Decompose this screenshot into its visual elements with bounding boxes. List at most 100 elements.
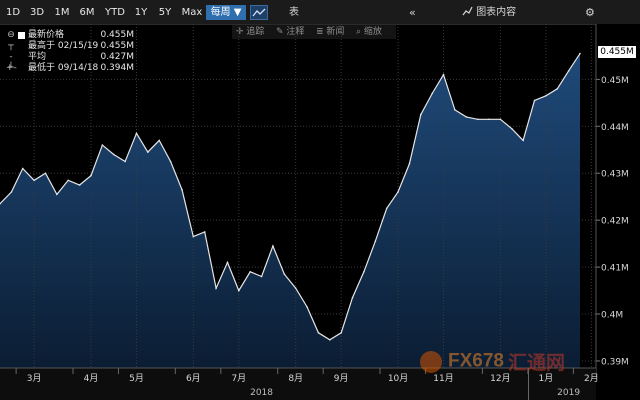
data-point	[454, 109, 456, 111]
chart-legend: ⊖ 最新价格 0.455M ┬ 最高于 02/15/19 0.455M -+- …	[6, 30, 134, 74]
watermark-text-a: FX678	[448, 350, 504, 372]
data-point	[374, 240, 377, 243]
data-point	[419, 113, 422, 116]
data-point	[10, 191, 13, 193]
data-point	[124, 160, 126, 163]
x-tick-label: 9月	[334, 373, 349, 384]
chart-content-button[interactable]: 图表内容	[462, 5, 516, 20]
data-point	[397, 191, 399, 193]
legend-value-high: 0.455M	[100, 41, 134, 51]
data-point	[158, 139, 161, 142]
data-point	[67, 179, 70, 182]
data-point	[579, 52, 581, 55]
data-point	[283, 273, 286, 275]
x-tick-label: 7月	[231, 373, 246, 384]
data-point	[488, 118, 490, 121]
range-tab-6m[interactable]: 6M	[76, 5, 98, 20]
range-tab-max[interactable]: Max	[179, 5, 205, 20]
x-tick-label: 4月	[84, 373, 99, 384]
data-point	[169, 160, 172, 163]
data-point	[260, 275, 263, 278]
data-point	[510, 127, 513, 130]
last-price-marker: ⊖	[7, 30, 15, 40]
line-chart-icon[interactable]	[250, 5, 268, 20]
data-point	[442, 73, 445, 76]
legend-label-average: 平均	[28, 52, 47, 62]
chart-toolbar: 1D 3D 1M 6M YTD 1Y 5Y Max 每周 ▼ 表 « 图表内容 …	[0, 0, 640, 25]
data-point	[567, 70, 570, 72]
data-point	[215, 287, 217, 290]
x-tick-label: 3月	[27, 373, 42, 384]
data-point	[431, 92, 433, 95]
data-point	[238, 289, 240, 292]
data-point	[385, 207, 388, 210]
y-tick-label: 0.42M	[601, 217, 629, 227]
y-tick-label: 0.45M	[601, 76, 629, 86]
high-marker-icon: ┬	[8, 41, 14, 51]
x-tick-label: 2月	[584, 373, 599, 384]
x-tick-label: 6月	[186, 373, 201, 384]
data-point	[306, 306, 308, 308]
data-point	[351, 296, 354, 299]
double-chevron-left-icon[interactable]: «	[409, 5, 416, 20]
legend-row-high: ┬ 最高于 02/15/19 0.455M	[6, 41, 134, 52]
data-point	[340, 332, 342, 334]
chart-canvas[interactable]: 0.39M 0.4M 0.41M 0.42M 0.43M 0.44M 0.45M 3月 4月 5…	[0, 24, 640, 400]
y-tick-label: 0.39M	[601, 357, 629, 367]
y-tick-label: 0.41M	[601, 264, 629, 274]
watermark-icon	[420, 350, 442, 373]
data-point	[226, 261, 229, 264]
data-point	[56, 193, 58, 196]
legend-label-low: 最低于 09/14/18	[28, 63, 99, 73]
data-point	[135, 132, 138, 135]
data-point	[545, 95, 547, 97]
range-tab-5y[interactable]: 5Y	[154, 5, 176, 20]
data-point	[363, 270, 365, 273]
range-tab-1d[interactable]: 1D	[2, 5, 24, 20]
data-point	[147, 151, 149, 153]
data-point	[317, 332, 320, 334]
data-point	[78, 184, 81, 186]
x-tick-label: 12月	[490, 373, 510, 384]
table-button[interactable]: 表	[289, 5, 299, 20]
range-tab-1m[interactable]: 1M	[51, 5, 73, 20]
frequency-select[interactable]: 每周 ▼	[206, 5, 246, 20]
legend-row-average: -+- 平均 0.427M	[6, 52, 134, 73]
data-point	[181, 188, 183, 191]
legend-value-last: 0.455M	[100, 30, 134, 40]
data-point	[21, 167, 24, 170]
legend-value-low: 0.394M	[100, 63, 134, 73]
data-point	[192, 235, 195, 238]
data-point	[522, 139, 524, 142]
data-point	[476, 118, 479, 121]
data-point	[112, 153, 115, 156]
data-point	[556, 87, 559, 90]
low-marker-icon: ┴	[8, 63, 14, 73]
range-tab-ytd[interactable]: YTD	[102, 5, 128, 20]
data-point	[533, 99, 536, 102]
data-point	[408, 163, 411, 165]
data-point	[33, 179, 35, 182]
range-tab-3d[interactable]: 3D	[26, 5, 48, 20]
data-point	[203, 231, 206, 233]
legend-label-last: 最新价格	[28, 30, 65, 40]
data-point	[101, 144, 104, 146]
x-tick-label: 5月	[129, 373, 144, 384]
line-chart-icon-glyph	[252, 8, 266, 17]
x-tick-label: 10月	[388, 373, 408, 384]
chart-content-label: 图表内容	[476, 7, 517, 18]
data-point	[329, 339, 331, 341]
legend-row-low: ┴ 最低于 09/14/18 0.394M	[6, 63, 134, 74]
watermark-logo: FX678 汇通网	[420, 348, 565, 374]
gear-icon[interactable]: ⚙	[585, 5, 595, 20]
series-area	[0, 53, 580, 368]
range-tab-1y[interactable]: 1Y	[131, 5, 151, 20]
y-tick-label: 0.44M	[601, 123, 629, 133]
x-tick-label: 11月	[433, 373, 453, 384]
last-price-swatch	[18, 32, 25, 39]
y-tick-label: 0.43M	[601, 170, 629, 180]
x-year-label: 2019	[557, 388, 580, 398]
data-point	[294, 287, 297, 290]
last-price-badge: 0.455M	[598, 46, 636, 58]
data-point	[499, 118, 502, 121]
